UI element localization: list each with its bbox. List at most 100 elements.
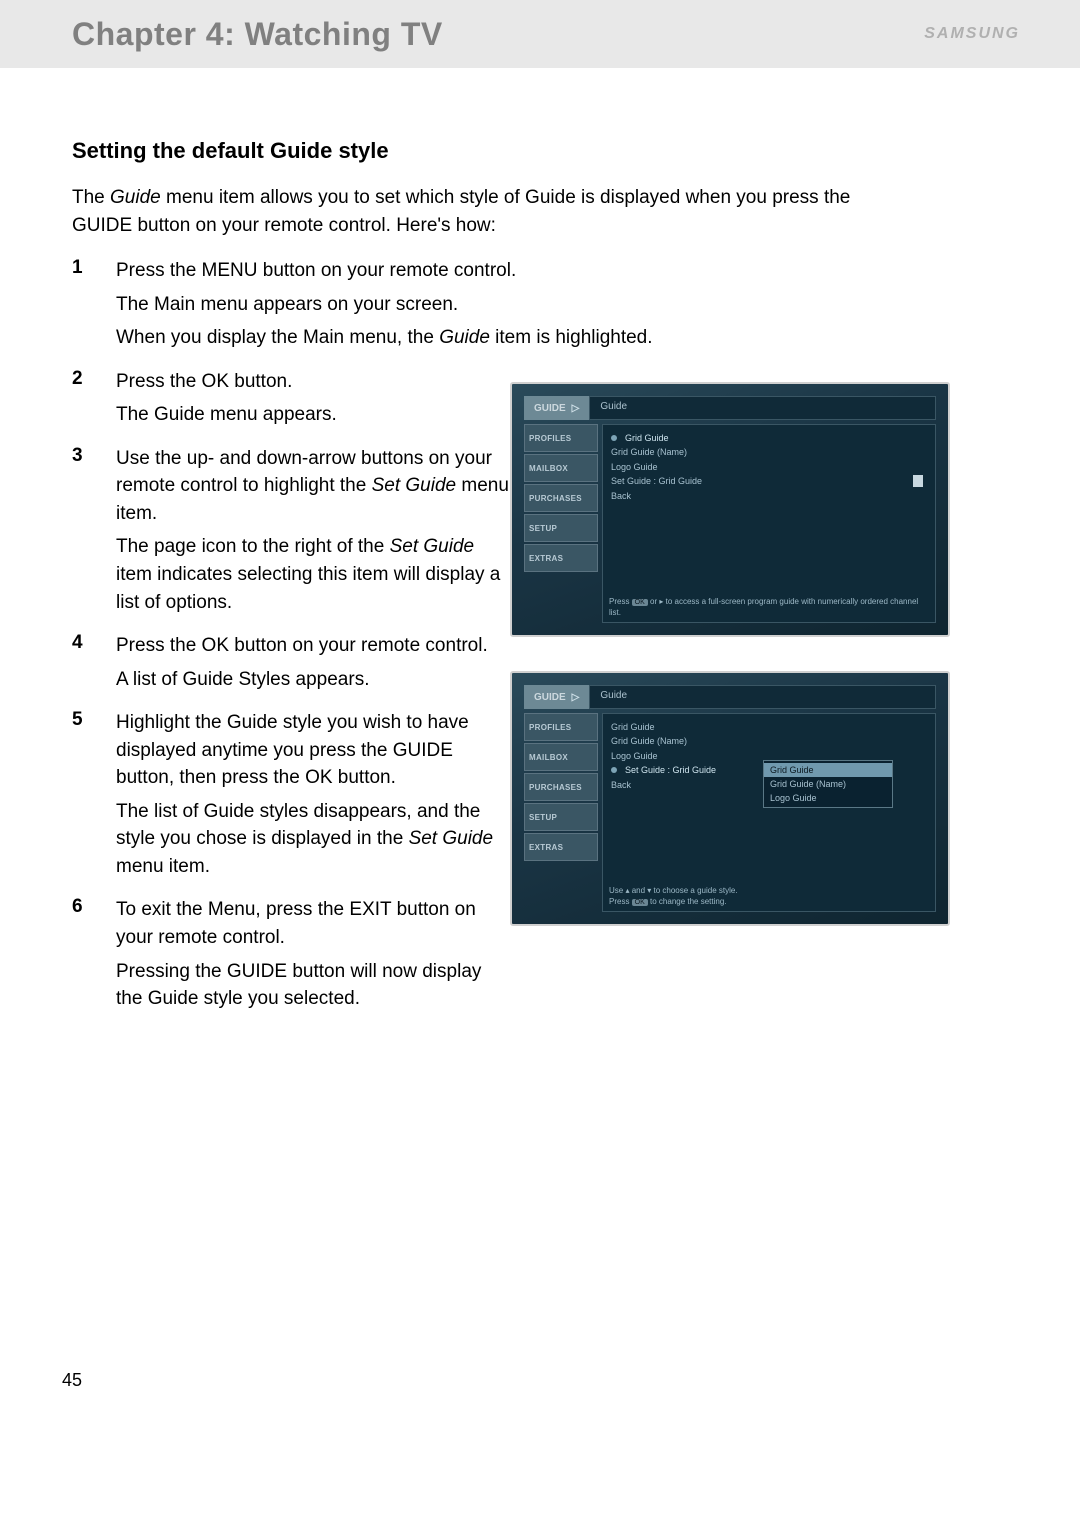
menu-item-grid-guide: Grid Guide: [611, 720, 927, 734]
t: item indicates selecting this item will …: [116, 564, 500, 613]
tv-hint: Use ▴ and ▾ to choose a guide style. Pre…: [609, 886, 929, 907]
t: Press: [609, 597, 632, 606]
chevron-right-icon: ▷: [572, 403, 580, 414]
sidebar-item-profiles: PROFILES: [524, 713, 598, 741]
menu-item-set-guide: Set Guide : Grid Guide: [611, 474, 927, 488]
t: to change the setting.: [648, 897, 727, 906]
step-number: 5: [72, 709, 116, 886]
t: menu item.: [116, 856, 210, 877]
tv-header-title: Guide: [589, 685, 936, 709]
popup-item-logo-guide: Logo Guide: [764, 791, 892, 805]
step3-p1: Use the up- and down-arrow buttons on yo…: [116, 445, 511, 528]
brand-logo: SAMSUNG: [924, 25, 1020, 43]
step-body: To exit the Menu, press the EXIT button …: [116, 896, 511, 1018]
page-header: Chapter 4: Watching TV SAMSUNG: [0, 0, 1080, 68]
menu-item-grid-guide-name: Grid Guide (Name): [611, 445, 927, 459]
step1-p1: Press the MENU button on your remote con…: [116, 257, 936, 285]
sidebar-item-setup: SETUP: [524, 803, 598, 831]
chapter-title: Chapter 4: Watching TV: [72, 16, 443, 53]
step1-p2: The Main menu appears on your screen.: [116, 291, 936, 319]
step-number: 1: [72, 257, 116, 358]
tv-hint: Press OK or ▸ to access a full-screen pr…: [609, 597, 929, 618]
t: Use ▴ and ▾ to choose a guide style.: [609, 886, 738, 895]
tv-topbar: GUIDE ▷ Guide: [524, 685, 936, 709]
menu-item-grid-guide: Grid Guide: [611, 431, 927, 445]
sidebar-item-purchases: PURCHASES: [524, 484, 598, 512]
step3-p2: The page icon to the right of the Set Gu…: [116, 533, 511, 616]
step-body: Use the up- and down-arrow buttons on yo…: [116, 445, 511, 622]
popup-item-grid-guide: Grid Guide: [764, 763, 892, 777]
step4-p1: Press the OK button on your remote contr…: [116, 632, 511, 660]
bullet-icon: [611, 767, 617, 773]
ok-key: OK: [632, 899, 648, 906]
tv-main: PROFILES MAILBOX PURCHASES SETUP EXTRAS …: [524, 713, 936, 912]
chevron-right-icon: ▷: [572, 692, 580, 703]
tv-tab-guide: GUIDE ▷: [524, 685, 589, 709]
t: Press: [609, 897, 632, 906]
t: Set Guide : Grid Guide: [611, 474, 702, 488]
step1-p3: When you display the Main menu, the Guid…: [116, 324, 936, 352]
step-body: Highlight the Guide style you wish to ha…: [116, 709, 511, 886]
sidebar-item-mailbox: MAILBOX: [524, 454, 598, 482]
t: Set Guide: [409, 828, 494, 849]
figures-column: GUIDE ▷ Guide PROFILES MAILBOX PURCHASES…: [510, 382, 950, 960]
step-body: Press the OK button on your remote contr…: [116, 632, 511, 699]
sidebar-item-profiles: PROFILES: [524, 424, 598, 452]
intro-text: The Guide menu item allows you to set wh…: [72, 184, 892, 239]
tv-sidebar: PROFILES MAILBOX PURCHASES SETUP EXTRAS: [524, 713, 598, 912]
t: or ▸ to access a full-screen program gui…: [609, 597, 918, 616]
step2-p1: Press the OK button.: [116, 368, 511, 396]
sidebar-item-extras: EXTRAS: [524, 544, 598, 572]
step-body: Press the MENU button on your remote con…: [116, 257, 936, 358]
tv-inner: GUIDE ▷ Guide PROFILES MAILBOX PURCHASES…: [524, 685, 936, 912]
t: Set Guide: [372, 475, 457, 496]
tv-screenshot-2: GUIDE ▷ Guide PROFILES MAILBOX PURCHASES…: [510, 671, 950, 926]
bullet-icon: [611, 435, 617, 441]
step-1: 1 Press the MENU button on your remote c…: [72, 257, 1020, 358]
step-number: 6: [72, 896, 116, 1018]
tv-header-title: Guide: [589, 396, 936, 420]
page-icon: [913, 475, 923, 487]
sidebar-item-setup: SETUP: [524, 514, 598, 542]
tv-sidebar: PROFILES MAILBOX PURCHASES SETUP EXTRAS: [524, 424, 598, 623]
step4-p2: A list of Guide Styles appears.: [116, 666, 511, 694]
section-title: Setting the default Guide style: [72, 138, 1020, 164]
step6-p2: Pressing the GUIDE button will now displ…: [116, 958, 511, 1013]
t: The page icon to the right of the: [116, 536, 390, 557]
t: Set Guide : Grid Guide: [625, 763, 716, 777]
popup-item-grid-guide-name: Grid Guide (Name): [764, 777, 892, 791]
t: Set Guide: [390, 536, 475, 557]
t: Guide: [439, 327, 490, 348]
step-body: Press the OK button. The Guide menu appe…: [116, 368, 511, 435]
tv-tab-label: GUIDE: [534, 403, 566, 414]
tv-inner: GUIDE ▷ Guide PROFILES MAILBOX PURCHASES…: [524, 396, 936, 623]
step-number: 3: [72, 445, 116, 622]
step-number: 2: [72, 368, 116, 435]
tv-tab-label: GUIDE: [534, 692, 566, 703]
tv-menu-panel: Grid Guide Grid Guide (Name) Logo Guide …: [602, 713, 936, 912]
tv-main: PROFILES MAILBOX PURCHASES SETUP EXTRAS …: [524, 424, 936, 623]
tv-menu-panel: Grid Guide Grid Guide (Name) Logo Guide …: [602, 424, 936, 623]
sidebar-item-extras: EXTRAS: [524, 833, 598, 861]
step2-p2: The Guide menu appears.: [116, 401, 511, 429]
tv-topbar: GUIDE ▷ Guide: [524, 396, 936, 420]
t: Grid Guide: [625, 431, 669, 445]
step5-p1: Highlight the Guide style you wish to ha…: [116, 709, 511, 792]
menu-item-back: Back: [611, 489, 927, 503]
step-number: 4: [72, 632, 116, 699]
t: item is highlighted.: [490, 327, 653, 348]
page-number: 45: [62, 1370, 82, 1391]
intro-guide: Guide: [110, 187, 161, 208]
ok-key: OK: [632, 599, 648, 606]
guide-style-popup: Grid Guide Grid Guide (Name) Logo Guide: [763, 760, 893, 808]
tv-tab-guide: GUIDE ▷: [524, 396, 589, 420]
t: When you display the Main menu, the: [116, 327, 439, 348]
tv-screenshot-1: GUIDE ▷ Guide PROFILES MAILBOX PURCHASES…: [510, 382, 950, 637]
intro-a: The: [72, 187, 110, 208]
step6-p1: To exit the Menu, press the EXIT button …: [116, 896, 511, 951]
intro-b: menu item allows you to set which style …: [72, 187, 850, 236]
menu-item-logo-guide: Logo Guide: [611, 460, 927, 474]
sidebar-item-mailbox: MAILBOX: [524, 743, 598, 771]
step5-p2: The list of Guide styles disappears, and…: [116, 798, 511, 881]
menu-item-grid-guide-name: Grid Guide (Name): [611, 734, 927, 748]
